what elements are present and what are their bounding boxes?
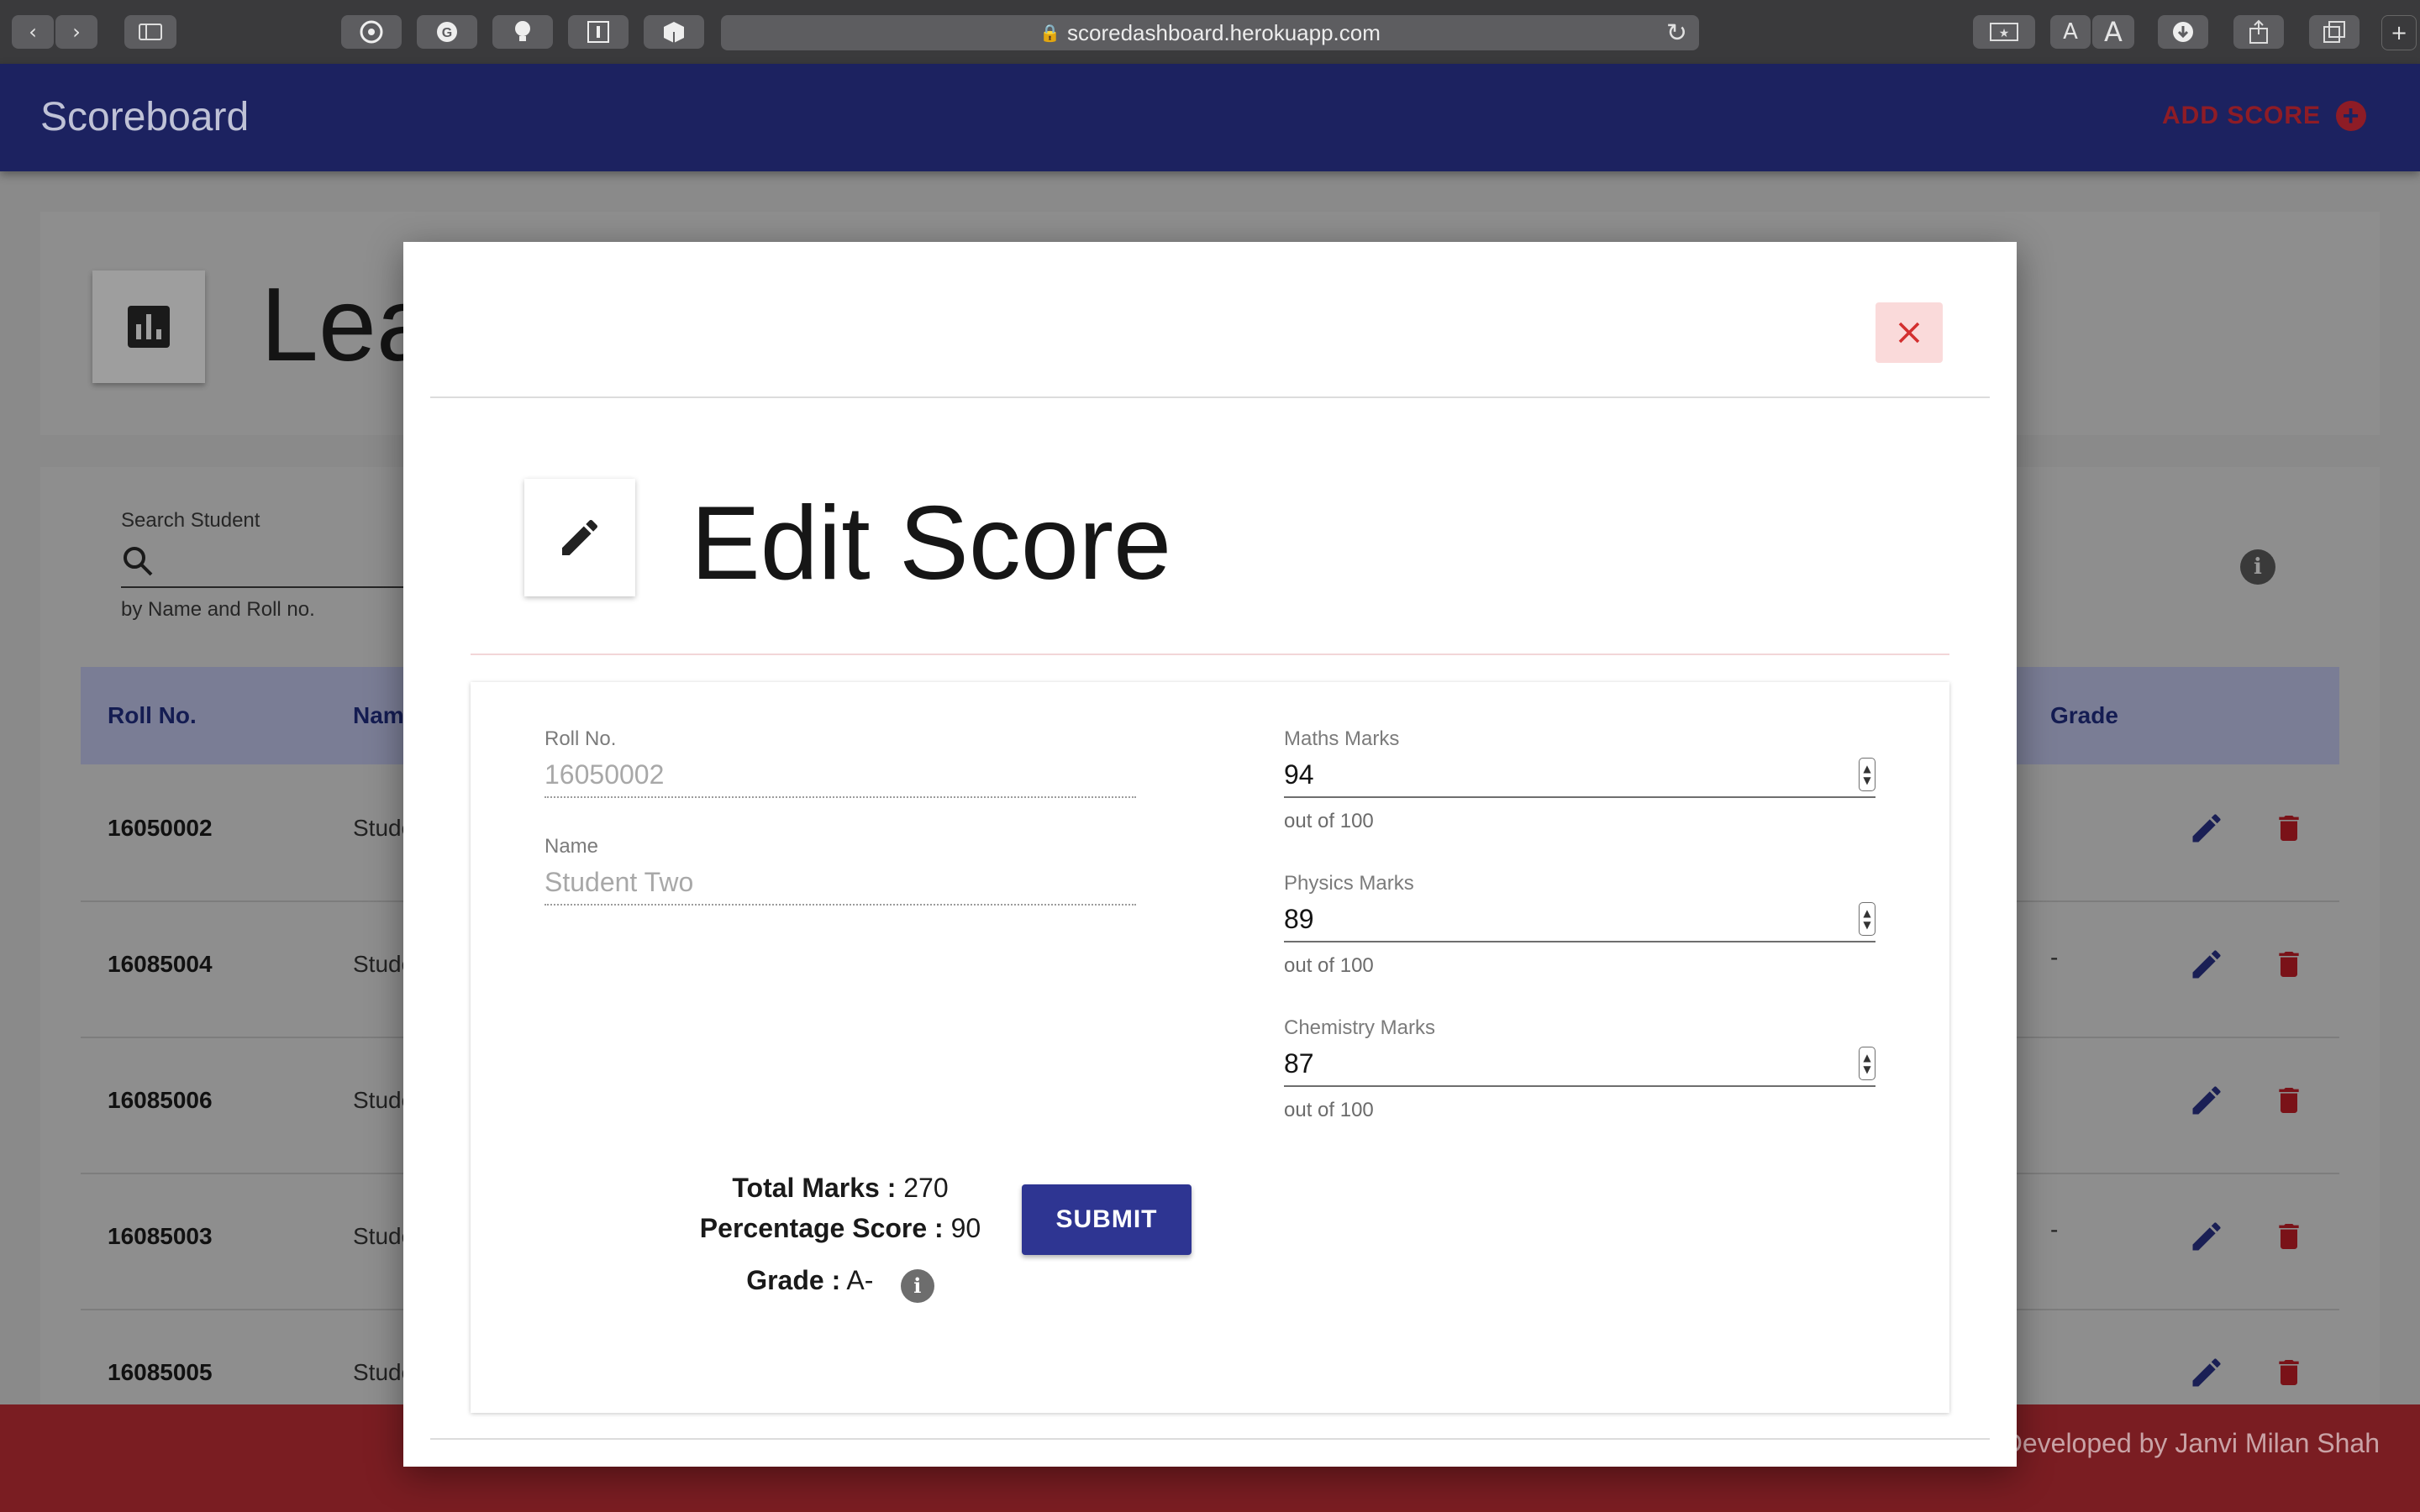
dialog-divider xyxy=(430,396,1990,398)
maths-value: 94 xyxy=(1284,759,1314,790)
maths-hint: out of 100 xyxy=(1284,810,1374,832)
search-icon xyxy=(121,544,155,582)
edit-icon[interactable] xyxy=(2188,1082,2225,1123)
search-hint: by Name and Roll no. xyxy=(121,598,315,621)
lock-icon: 🔒 xyxy=(1039,24,1060,43)
row-roll: 16085003 xyxy=(108,1223,213,1249)
lightbulb-icon[interactable] xyxy=(492,15,553,49)
tabs-overview-icon[interactable] xyxy=(2309,15,2360,49)
row-grade: - xyxy=(2050,1216,2059,1242)
close-icon xyxy=(1898,322,1920,344)
delete-icon[interactable] xyxy=(2272,1218,2306,1259)
edit-score-dialog: Edit Score Roll No. 16050002 Name Studen… xyxy=(403,242,2017,1467)
search-label: Search Student xyxy=(121,509,260,532)
roll-underline xyxy=(544,796,1136,798)
name-field: Name Student Two xyxy=(544,835,1136,906)
new-tab-icon[interactable]: + xyxy=(2381,15,2417,50)
chemistry-field: Chemistry Marks 87 ▲ ▼ out of 100 xyxy=(1284,1016,1876,1122)
address-bar[interactable]: 🔒 scoredashboard.herokuapp.com ↻ xyxy=(721,15,1699,50)
package-icon[interactable] xyxy=(644,15,704,49)
footer-credit: Developed by Janvi Milan Shah xyxy=(2002,1428,2380,1458)
delete-icon[interactable] xyxy=(2272,1082,2306,1123)
dialog-title: Edit Score xyxy=(691,486,1172,601)
name-underline xyxy=(544,904,1136,906)
physics-field: Physics Marks 89 ▲ ▼ out of 100 xyxy=(1284,872,1876,978)
physics-input[interactable]: 89 ▲ ▼ xyxy=(1284,902,1876,941)
extension-1-icon[interactable] xyxy=(341,15,402,49)
add-score-label: ADD SCORE xyxy=(2161,102,2321,129)
edit-icon[interactable] xyxy=(2188,810,2225,851)
physics-value: 89 xyxy=(1284,904,1314,934)
grade: Grade : A- i xyxy=(471,1265,1210,1303)
chemistry-hint: out of 100 xyxy=(1284,1099,1374,1121)
row-roll: 16085005 xyxy=(108,1359,213,1385)
total-value: 270 xyxy=(903,1173,949,1203)
physics-stepper[interactable]: ▲ ▼ xyxy=(1859,902,1876,936)
roll-field: Roll No. 16050002 xyxy=(544,727,1136,798)
row-roll: 16050002 xyxy=(108,815,213,841)
physics-underline xyxy=(1284,941,1876,942)
grade-info-icon[interactable]: i xyxy=(900,1268,934,1303)
add-score-button[interactable]: ADD SCORE + xyxy=(2162,101,2366,131)
roll-input: 16050002 xyxy=(544,759,665,790)
delete-icon[interactable] xyxy=(2272,946,2306,987)
roll-label: Roll No. xyxy=(544,727,617,750)
submit-button[interactable]: SUBMIT xyxy=(1022,1184,1192,1255)
total-label: Total Marks : xyxy=(732,1173,897,1203)
chemistry-underline xyxy=(1284,1085,1876,1087)
text-larger-button[interactable]: A xyxy=(2092,15,2134,49)
edit-icon[interactable] xyxy=(2188,946,2225,987)
app-header: Scoreboard ADD SCORE + xyxy=(0,64,2420,171)
maths-underline xyxy=(1284,796,1876,798)
close-button[interactable] xyxy=(1876,302,1943,363)
maths-input[interactable]: 94 ▲ ▼ xyxy=(1284,758,1876,796)
url-text: scoredashboard.herokuapp.com xyxy=(1067,19,1381,45)
percentage-label: Percentage Score : xyxy=(699,1213,944,1243)
app-title: Scoreboard xyxy=(40,95,250,139)
grade-value: A- xyxy=(846,1265,874,1295)
maths-label: Maths Marks xyxy=(1284,727,1400,750)
row-roll: 16085006 xyxy=(108,1087,213,1113)
svg-text:★: ★ xyxy=(1999,27,2010,40)
delete-icon[interactable] xyxy=(2272,1354,2306,1395)
column-header-grade: Grade xyxy=(2050,702,2118,728)
info-icon[interactable]: i xyxy=(2240,549,2275,585)
maths-field: Maths Marks 94 ▲ ▼ out of 100 xyxy=(1284,727,1876,833)
grammarly-icon[interactable]: G xyxy=(417,15,477,49)
instapaper-icon[interactable] xyxy=(568,15,629,49)
row-roll: 16085004 xyxy=(108,951,213,977)
delete-icon[interactable] xyxy=(2272,810,2306,851)
forward-icon[interactable]: › xyxy=(55,15,97,49)
pencil-icon xyxy=(524,479,635,596)
reader-view-icon[interactable]: ★ xyxy=(1973,15,2035,49)
row-grade: - xyxy=(2050,944,2059,970)
physics-label: Physics Marks xyxy=(1284,872,1414,895)
column-header-roll: Roll No. xyxy=(108,702,197,728)
name-input: Student Two xyxy=(544,867,694,897)
edit-icon[interactable] xyxy=(2188,1218,2225,1259)
text-smaller-button[interactable]: A xyxy=(2050,15,2091,49)
title-divider xyxy=(471,654,1949,655)
grade-label: Grade : xyxy=(746,1265,841,1295)
chemistry-input[interactable]: 87 ▲ ▼ xyxy=(1284,1047,1876,1085)
downloads-icon[interactable] xyxy=(2158,15,2208,49)
plus-circle-icon: + xyxy=(2336,101,2366,131)
percentage-value: 90 xyxy=(950,1213,981,1243)
edit-score-form: Roll No. 16050002 Name Student Two Maths… xyxy=(471,682,1949,1413)
maths-stepper[interactable]: ▲ ▼ xyxy=(1859,758,1876,791)
browser-toolbar: ‹ › G 🔒 scoredashboard.herokuapp.com ↻ ★… xyxy=(0,0,2420,66)
dialog-bottom-divider xyxy=(430,1438,1990,1440)
reload-icon[interactable]: ↻ xyxy=(1666,18,1687,48)
chemistry-value: 87 xyxy=(1284,1048,1314,1079)
name-label: Name xyxy=(544,835,599,858)
edit-icon[interactable] xyxy=(2188,1354,2225,1395)
chart-icon xyxy=(92,270,205,383)
chemistry-stepper[interactable]: ▲ ▼ xyxy=(1859,1047,1876,1080)
physics-hint: out of 100 xyxy=(1284,954,1374,977)
share-icon[interactable] xyxy=(2233,15,2284,49)
sidebar-toggle-icon[interactable] xyxy=(124,15,176,49)
svg-text:G: G xyxy=(442,26,452,40)
back-icon[interactable]: ‹ xyxy=(12,15,54,49)
chemistry-label: Chemistry Marks xyxy=(1284,1016,1436,1039)
